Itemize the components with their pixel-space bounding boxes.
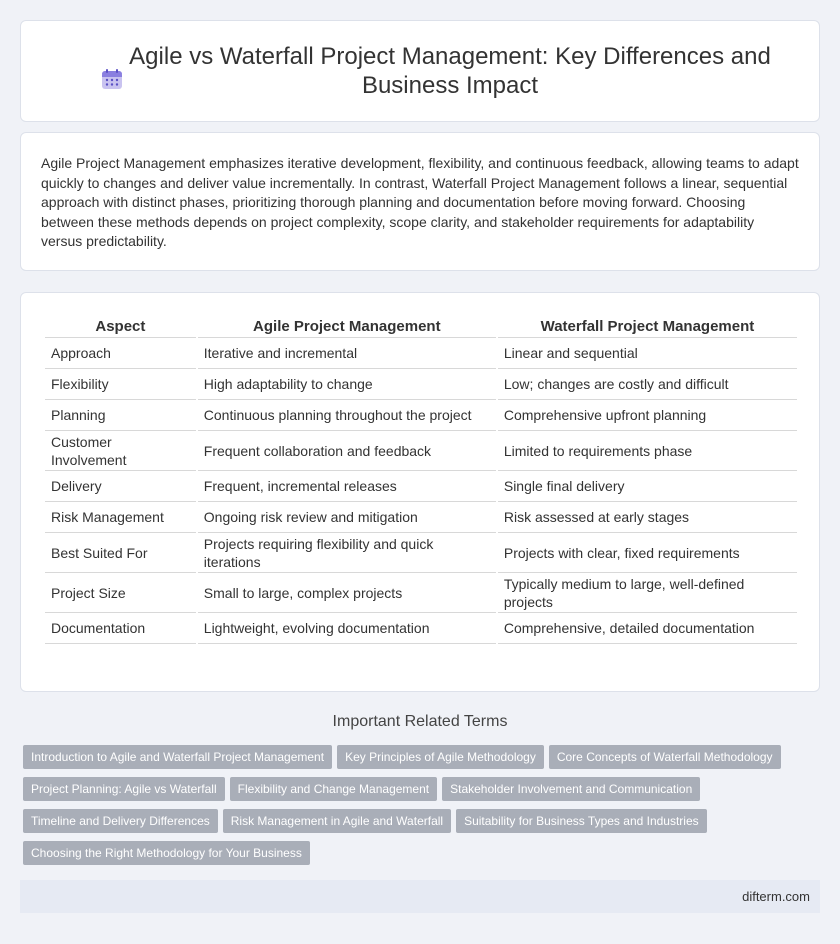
table-row: Customer Involvement Frequent collaborat…	[45, 431, 797, 471]
table-row: Project Size Small to large, complex pro…	[45, 573, 797, 613]
related-term-tag[interactable]: Choosing the Right Methodology for Your …	[23, 841, 310, 865]
agile-cell: Small to large, complex projects	[197, 573, 496, 613]
aspect-cell: Documentation	[45, 613, 196, 644]
waterfall-cell: Typically medium to large, well-defined …	[497, 573, 797, 613]
related-term-tag[interactable]: Project Planning: Agile vs Waterfall	[23, 777, 225, 801]
table-row: Flexibility High adaptability to change …	[45, 369, 797, 400]
column-header-aspect: Aspect	[45, 316, 196, 338]
aspect-cell: Project Size	[45, 573, 196, 613]
waterfall-cell: Comprehensive upfront planning	[497, 400, 797, 431]
table-row: Risk Management Ongoing risk review and …	[45, 502, 797, 533]
related-term-tag[interactable]: Risk Management in Agile and Waterfall	[222, 809, 452, 833]
waterfall-cell: Limited to requirements phase	[497, 431, 797, 471]
waterfall-cell: Linear and sequential	[497, 338, 797, 369]
agile-cell: Frequent collaboration and feedback	[197, 431, 496, 471]
related-term-tag[interactable]: Key Principles of Agile Methodology	[337, 745, 544, 769]
agile-cell: Iterative and incremental	[197, 338, 496, 369]
related-term-tag[interactable]: Flexibility and Change Management	[229, 777, 438, 801]
agile-cell: Lightweight, evolving documentation	[197, 613, 496, 644]
page-title: Agile vs Waterfall Project Management: K…	[129, 43, 771, 99]
table-row: Planning Continuous planning throughout …	[45, 400, 797, 431]
agile-cell: Continuous planning throughout the proje…	[197, 400, 496, 431]
agile-cell: High adaptability to change	[197, 369, 496, 400]
agile-cell: Frequent, incremental releases	[197, 471, 496, 502]
footer: difterm.com	[20, 880, 820, 913]
related-term-tag[interactable]: Stakeholder Involvement and Communicatio…	[442, 777, 701, 801]
waterfall-cell: Single final delivery	[497, 471, 797, 502]
related-term-tag[interactable]: Timeline and Delivery Differences	[23, 809, 218, 833]
aspect-cell: Customer Involvement	[45, 431, 196, 471]
column-header-waterfall: Waterfall Project Management	[497, 316, 797, 338]
aspect-cell: Flexibility	[45, 369, 196, 400]
comparison-table-card: Aspect Agile Project Management Waterfal…	[20, 292, 820, 692]
intro-card: Agile Project Management emphasizes iter…	[20, 132, 820, 271]
title-wrap: Agile vs Waterfall Project Management: K…	[60, 42, 800, 100]
agile-cell: Ongoing risk review and mitigation	[197, 502, 496, 533]
footer-site-link[interactable]: difterm.com	[742, 889, 810, 904]
waterfall-cell: Risk assessed at early stages	[497, 502, 797, 533]
aspect-cell: Planning	[45, 400, 196, 431]
waterfall-cell: Low; changes are costly and difficult	[497, 369, 797, 400]
table-row: Best Suited For Projects requiring flexi…	[45, 533, 797, 573]
related-terms-heading: Important Related Terms	[332, 713, 508, 730]
related-term-tag[interactable]: Introduction to Agile and Waterfall Proj…	[23, 745, 333, 769]
table-row: Approach Iterative and incremental Linea…	[45, 338, 797, 369]
related-term-tag[interactable]: Suitability for Business Types and Indus…	[456, 809, 707, 833]
related-terms-tags: Introduction to Agile and Waterfall Proj…	[23, 745, 813, 873]
waterfall-cell: Projects with clear, fixed requirements	[497, 533, 797, 573]
agile-cell: Projects requiring flexibility and quick…	[197, 533, 496, 573]
aspect-cell: Risk Management	[45, 502, 196, 533]
intro-paragraph: Agile Project Management emphasizes iter…	[41, 155, 799, 249]
table-row: Documentation Lightweight, evolving docu…	[45, 613, 797, 644]
waterfall-cell: Comprehensive, detailed documentation	[497, 613, 797, 644]
aspect-cell: Best Suited For	[45, 533, 196, 573]
table-row: Delivery Frequent, incremental releases …	[45, 471, 797, 502]
aspect-cell: Delivery	[45, 471, 196, 502]
aspect-cell: Approach	[45, 338, 196, 369]
table-header-row: Aspect Agile Project Management Waterfal…	[45, 316, 797, 338]
related-term-tag[interactable]: Core Concepts of Waterfall Methodology	[548, 745, 781, 769]
comparison-table: Aspect Agile Project Management Waterfal…	[43, 316, 799, 644]
column-header-agile: Agile Project Management	[197, 316, 496, 338]
